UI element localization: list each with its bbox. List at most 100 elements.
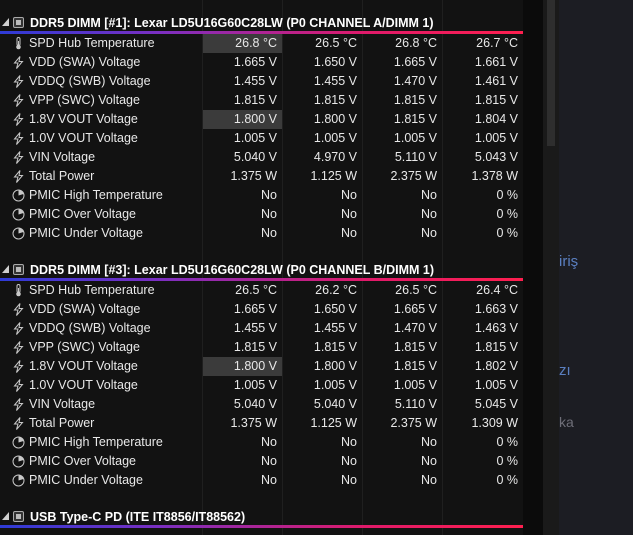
sensor-label: VDD (SWA) Voltage <box>29 302 141 316</box>
sensor-row[interactable]: VIN Voltage 5.040 V 4.970 V 5.110 V 5.043 V <box>0 148 523 167</box>
min-value: No <box>341 188 357 202</box>
sensor-row[interactable]: VDDQ (SWB) Voltage 1.455 V 1.455 V 1.470 V 1… <box>0 319 523 338</box>
max-value: 1.005 V <box>393 378 437 392</box>
window-gutter <box>523 0 543 535</box>
bolt-icon <box>12 132 25 145</box>
sensor-label: VDDQ (SWB) Voltage <box>29 321 151 335</box>
max-value: 26.5 °C <box>395 283 437 297</box>
avg-value: 0 % <box>496 207 518 221</box>
collapse-toggle-icon[interactable] <box>1 17 10 27</box>
current-value: 1.815 V <box>233 93 277 107</box>
bolt-icon <box>12 94 25 107</box>
min-value: 1.650 V <box>313 302 357 316</box>
clock-icon <box>12 208 25 221</box>
sensor-row[interactable]: 1.0V VOUT Voltage 1.005 V 1.005 V 1.005 V 1.… <box>0 129 523 148</box>
background-text: iriş <box>559 253 579 270</box>
avg-value: 0 % <box>496 435 518 449</box>
current-value: No <box>261 454 277 468</box>
min-value: 5.040 V <box>313 397 357 411</box>
sensor-row[interactable]: VDD (SWA) Voltage 1.665 V 1.650 V 1.665 V 1.… <box>0 53 523 72</box>
avg-value: 1.815 V <box>474 340 518 354</box>
thermometer-icon <box>12 284 25 297</box>
max-value: 1.665 V <box>393 302 437 316</box>
current-value: 26.5 °C <box>235 283 277 297</box>
sensor-row[interactable]: VPP (SWC) Voltage 1.815 V 1.815 V 1.815 V 1.… <box>0 338 523 357</box>
min-value: 26.2 °C <box>315 283 357 297</box>
thermometer-icon <box>12 37 25 50</box>
avg-value: 26.7 °C <box>476 36 518 50</box>
max-value: 1.665 V <box>393 55 437 69</box>
sensor-label: SPD Hub Temperature <box>29 36 155 50</box>
bolt-icon <box>12 360 25 373</box>
max-value: 5.110 V <box>394 150 437 164</box>
current-value: 1.005 V <box>233 378 277 392</box>
sensor-row[interactable]: 1.8V VOUT Voltage 1.800 V 1.800 V 1.815 V 1.… <box>0 357 523 376</box>
sensor-row[interactable]: VDDQ (SWB) Voltage 1.455 V 1.455 V 1.470 V 1… <box>0 72 523 91</box>
group-title: USB Type-C PD (ITE IT8856/IT88562) <box>30 510 246 524</box>
group-header[interactable]: USB Type-C PD (ITE IT8856/IT88562) <box>0 507 523 528</box>
min-value: 4.970 V <box>313 150 357 164</box>
sensor-row[interactable]: VPP (SWC) Voltage 1.815 V 1.815 V 1.815 V 1.… <box>0 91 523 110</box>
sensor-row[interactable]: PMIC High Temperature No No No 0 % <box>0 433 523 452</box>
clock-icon <box>12 227 25 240</box>
sensor-label: 1.8V VOUT Voltage <box>29 359 138 373</box>
bolt-icon <box>12 170 25 183</box>
group-header[interactable]: DDR5 DIMM [#3]: Lexar LD5U16G60C28LW (P0… <box>0 260 523 281</box>
max-value: No <box>421 188 437 202</box>
max-value: No <box>421 226 437 240</box>
collapse-toggle-icon[interactable] <box>1 511 10 521</box>
sensor-row[interactable]: VDD (SWA) Voltage 1.665 V 1.650 V 1.665 V 1.… <box>0 300 523 319</box>
avg-value: 1.005 V <box>474 378 518 392</box>
max-value: 1.815 V <box>393 340 437 354</box>
max-value: 2.375 W <box>390 169 437 183</box>
sensor-row[interactable]: 1.8V VOUT Voltage 1.800 V 1.800 V 1.815 V 1.… <box>0 110 523 129</box>
sensor-row[interactable]: Total Power 1.375 W 1.125 W 2.375 W 1.309 W <box>0 414 523 433</box>
sensor-row[interactable]: PMIC High Temperature No No No 0 % <box>0 186 523 205</box>
avg-value: 1.461 V <box>474 74 518 88</box>
avg-value: 1.663 V <box>474 302 518 316</box>
memory-chip-icon <box>13 264 24 275</box>
sensor-label: VIN Voltage <box>29 397 96 411</box>
sensor-label: SPD Hub Temperature <box>29 283 155 297</box>
sensor-label: 1.0V VOUT Voltage <box>29 131 138 145</box>
bolt-icon <box>12 417 25 430</box>
sensor-row[interactable]: Total Power 1.375 W 1.125 W 2.375 W 1.378 W <box>0 167 523 186</box>
sensor-row[interactable]: PMIC Over Voltage No No No 0 % <box>0 205 523 224</box>
max-value: No <box>421 454 437 468</box>
sensor-row[interactable]: PMIC Over Voltage No No No 0 % <box>0 452 523 471</box>
bolt-icon <box>12 398 25 411</box>
bolt-icon <box>12 341 25 354</box>
clock-icon <box>12 436 25 449</box>
min-value: No <box>341 207 357 221</box>
sensor-row[interactable]: PMIC Under Voltage No No No 0 % <box>0 224 523 243</box>
sensor-row[interactable]: SPD Hub Temperature 26.5 °C 26.2 °C 26.5 °C… <box>0 281 523 300</box>
sensor-row[interactable]: 1.0V VOUT Voltage 1.005 V 1.005 V 1.005 V 1.… <box>0 376 523 395</box>
group-header[interactable]: DDR5 DIMM [#1]: Lexar LD5U16G60C28LW (P0… <box>0 13 523 34</box>
sensor-label: Total Power <box>29 416 95 430</box>
min-value: 1.455 V <box>313 321 357 335</box>
bolt-icon <box>12 379 25 392</box>
max-value: 5.110 V <box>394 397 437 411</box>
max-value: 1.470 V <box>393 74 437 88</box>
avg-value: 1.309 W <box>471 416 518 430</box>
bolt-icon <box>12 75 25 88</box>
sensor-row[interactable]: VIN Voltage 5.040 V 5.040 V 5.110 V 5.045 V <box>0 395 523 414</box>
sensor-label: Total Power <box>29 169 95 183</box>
collapse-toggle-icon[interactable] <box>1 264 10 274</box>
avg-value: 0 % <box>496 188 518 202</box>
bolt-icon <box>12 151 25 164</box>
bolt-icon <box>12 56 25 69</box>
scrollbar-thumb[interactable] <box>547 0 555 146</box>
current-value: No <box>261 473 277 487</box>
sensor-row[interactable]: PMIC Under Voltage No No No 0 % <box>0 471 523 490</box>
sensor-group-dimm3: DDR5 DIMM [#3]: Lexar LD5U16G60C28LW (P0… <box>0 260 523 509</box>
current-value: 1.375 W <box>230 169 277 183</box>
sensor-row[interactable]: SPD Hub Temperature 26.8 °C 26.5 °C 26.8 °C… <box>0 34 523 53</box>
bolt-icon <box>12 322 25 335</box>
max-value: 2.375 W <box>390 416 437 430</box>
max-value: No <box>421 473 437 487</box>
current-value: 1.455 V <box>233 74 277 88</box>
bolt-icon <box>12 113 25 126</box>
min-value: 1.650 V <box>313 55 357 69</box>
avg-value: 0 % <box>496 226 518 240</box>
